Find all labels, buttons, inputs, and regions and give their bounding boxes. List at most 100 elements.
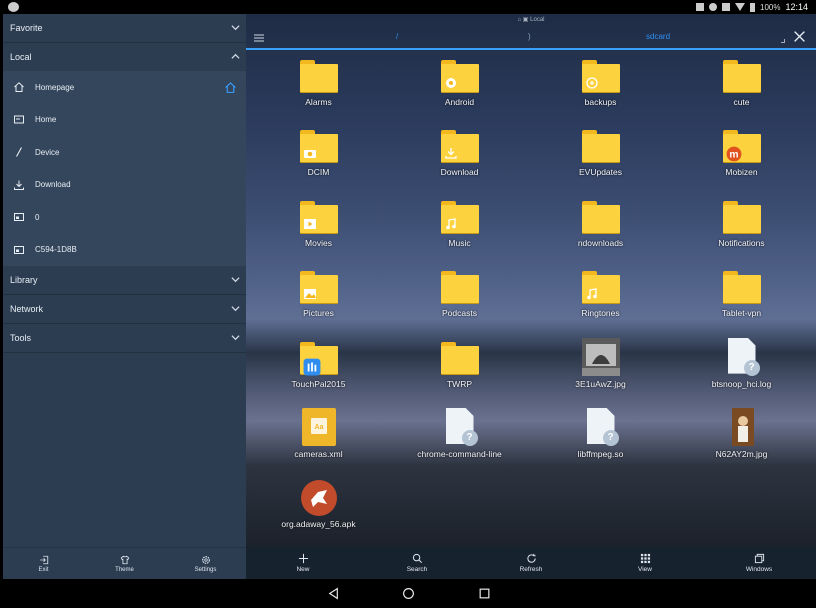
file-item[interactable]: Music: [389, 191, 530, 261]
windows-label: Windows: [745, 566, 773, 573]
file-name: org.adaway_56.apk: [281, 519, 356, 530]
nfc-icon: [696, 3, 704, 11]
sidebar-item-label: Device: [35, 147, 60, 157]
folder-icon: [299, 338, 339, 376]
download-icon: [444, 146, 458, 160]
folder-icon: [722, 267, 762, 305]
file-item[interactable]: Movies: [248, 191, 389, 261]
group-network[interactable]: Network: [3, 295, 246, 323]
breadcrumb-root[interactable]: /: [396, 32, 398, 41]
image-thumbnail: [581, 337, 621, 376]
camera-icon: [303, 146, 317, 159]
list-menu-icon[interactable]: [253, 32, 265, 44]
file-item[interactable]: m Mobizen: [671, 120, 812, 190]
exit-button[interactable]: Exit: [3, 548, 84, 579]
file-item[interactable]: Podcasts: [389, 261, 530, 331]
file-item[interactable]: Ringtones: [530, 261, 671, 331]
music-icon: [585, 287, 599, 300]
file-item[interactable]: Notifications: [671, 191, 812, 261]
file-item[interactable]: ? chrome-command-line: [389, 402, 530, 472]
search-button[interactable]: Search: [360, 547, 474, 579]
group-favorite[interactable]: Favorite: [3, 14, 246, 42]
file-item[interactable]: cute: [671, 50, 812, 120]
unknown-file-icon: ?: [722, 337, 762, 376]
new-label: New: [296, 566, 310, 573]
file-name: Music: [448, 237, 471, 248]
apk-icon: [299, 478, 339, 517]
touchpal-icon: [303, 358, 320, 375]
file-name: Movies: [305, 237, 332, 248]
chevron-down-icon: [231, 333, 240, 342]
music-icon: [444, 217, 458, 230]
settings-button[interactable]: Settings: [165, 548, 246, 579]
file-item[interactable]: TouchPal2015: [248, 332, 389, 402]
folder-icon: [299, 126, 339, 164]
file-name: cameras.xml: [294, 448, 343, 459]
theme-button[interactable]: Theme: [84, 548, 165, 579]
home-icon: [3, 81, 35, 93]
file-item[interactable]: ? libffmpeg.so: [530, 402, 671, 472]
picture-icon: [303, 287, 317, 300]
chevron-up-icon: [231, 52, 240, 61]
chevron-down-icon: [231, 304, 240, 313]
folder-icon: [299, 197, 339, 235]
folder-icon: [581, 56, 621, 94]
status-bar: 100% 12:14: [0, 0, 816, 14]
file-name: Pictures: [303, 308, 334, 319]
status-icons: 100% 12:14: [696, 2, 808, 12]
file-browser: ⌂ ▣ Local / ) sdcard Alarms Android backup…: [246, 14, 816, 579]
image-thumbnail: [722, 407, 762, 446]
file-item[interactable]: ? btsnoop_hci.log: [671, 332, 812, 402]
group-local[interactable]: Local: [3, 43, 246, 71]
xml-file-icon: Aa: [299, 407, 339, 446]
wifi-icon: [735, 3, 745, 11]
sidebar-item-device[interactable]: Device: [3, 136, 246, 169]
sidebar-item-home[interactable]: Home: [3, 104, 246, 137]
folder-icon: [581, 126, 621, 164]
new-button[interactable]: New: [246, 547, 360, 579]
grid-view-icon: [640, 553, 650, 564]
sidebar-item-label: Homepage: [35, 82, 75, 92]
file-item[interactable]: EVUpdates: [530, 120, 671, 190]
group-tools[interactable]: Tools: [3, 324, 246, 352]
sidebar-item-download[interactable]: Download: [3, 169, 246, 202]
local-items: Homepage Home Device Download 0 C594-1D8…: [3, 71, 246, 266]
windows-button[interactable]: Windows: [702, 547, 816, 579]
file-item[interactable]: Tablet-vpn: [671, 261, 812, 331]
breadcrumb-current[interactable]: sdcard: [646, 32, 670, 41]
system-nav-bar: [0, 579, 816, 608]
file-item[interactable]: org.adaway_56.apk: [248, 472, 389, 542]
set-homepage-icon[interactable]: [224, 81, 237, 94]
file-item[interactable]: 3E1uAwZ.jpg: [530, 332, 671, 402]
file-item[interactable]: backups: [530, 50, 671, 120]
file-item[interactable]: Android: [389, 50, 530, 120]
breadcrumb-dropdown-icon[interactable]: [781, 39, 785, 43]
file-item[interactable]: N62AY2m.jpg: [671, 402, 812, 472]
file-item[interactable]: TWRP: [389, 332, 530, 402]
file-item[interactable]: DCIM: [248, 120, 389, 190]
bottom-toolbar: New Search Refresh View Windows: [246, 547, 816, 579]
refresh-button[interactable]: Refresh: [474, 547, 588, 579]
file-item[interactable]: Pictures: [248, 261, 389, 331]
recents-icon[interactable]: [478, 587, 491, 600]
file-item[interactable]: Alarms: [248, 50, 389, 120]
close-icon[interactable]: [793, 30, 806, 43]
file-item[interactable]: Aa cameras.xml: [248, 402, 389, 472]
download-icon: [3, 179, 35, 191]
settings-label: Settings: [194, 566, 217, 573]
search-icon: [412, 553, 422, 563]
file-item[interactable]: Download: [389, 120, 530, 190]
file-name: TWRP: [446, 378, 473, 389]
home-button-icon[interactable]: [402, 587, 415, 600]
search-label: Search: [406, 566, 428, 573]
sidebar-item-sdcard[interactable]: C594-1D8B: [3, 234, 246, 267]
view-button[interactable]: View: [588, 547, 702, 579]
battery-level: 100%: [760, 2, 781, 12]
file-item[interactable]: ndownloads: [530, 191, 671, 261]
desktop-icon: [3, 114, 35, 126]
exit-label: Exit: [38, 566, 49, 573]
sidebar-item-storage-0[interactable]: 0: [3, 201, 246, 234]
back-icon[interactable]: [327, 587, 340, 600]
sidebar-item-homepage[interactable]: Homepage: [3, 71, 246, 104]
group-library[interactable]: Library: [3, 266, 246, 294]
